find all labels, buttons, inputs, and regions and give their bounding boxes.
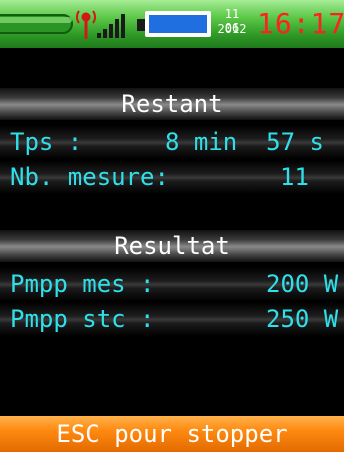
battery-bar-icon xyxy=(0,14,73,34)
tps-value: 8 min 57 s xyxy=(165,128,324,156)
status-bar: 11 06 2012 16:17 xyxy=(0,0,344,48)
restant-header-band: Restant xyxy=(0,88,344,120)
signal-bars-icon xyxy=(97,14,125,38)
tps-label: Tps : xyxy=(10,128,83,156)
nb-mesure-label: Nb. mesure: xyxy=(10,163,169,191)
resultat-header: Resultat xyxy=(114,232,230,260)
pmpp-stc-row: Pmpp stc : 250 W xyxy=(0,302,344,336)
pmpp-stc-label: Pmpp stc : xyxy=(10,305,155,333)
esc-stop-button[interactable]: ESC pour stopper xyxy=(0,416,344,452)
resultat-header-band: Resultat xyxy=(0,230,344,262)
status-date-year: 2012 xyxy=(217,22,247,36)
restant-header: Restant xyxy=(121,90,223,118)
battery-icon xyxy=(137,11,211,37)
pmpp-stc-value: 250 W xyxy=(266,305,339,333)
status-time: 16:17 xyxy=(257,7,344,40)
antenna-icon xyxy=(76,10,96,39)
pmpp-mes-label: Pmpp mes : xyxy=(10,270,155,298)
nb-mesure-value: 11 xyxy=(280,163,309,191)
pmpp-mes-value: 200 W xyxy=(266,270,339,298)
tps-row: Tps : 8 min 57 s xyxy=(0,125,344,159)
esc-stop-label: ESC pour stopper xyxy=(56,420,288,448)
nb-mesure-row: Nb. mesure: 11 xyxy=(0,160,344,194)
pmpp-mes-row: Pmpp mes : 200 W xyxy=(0,267,344,301)
